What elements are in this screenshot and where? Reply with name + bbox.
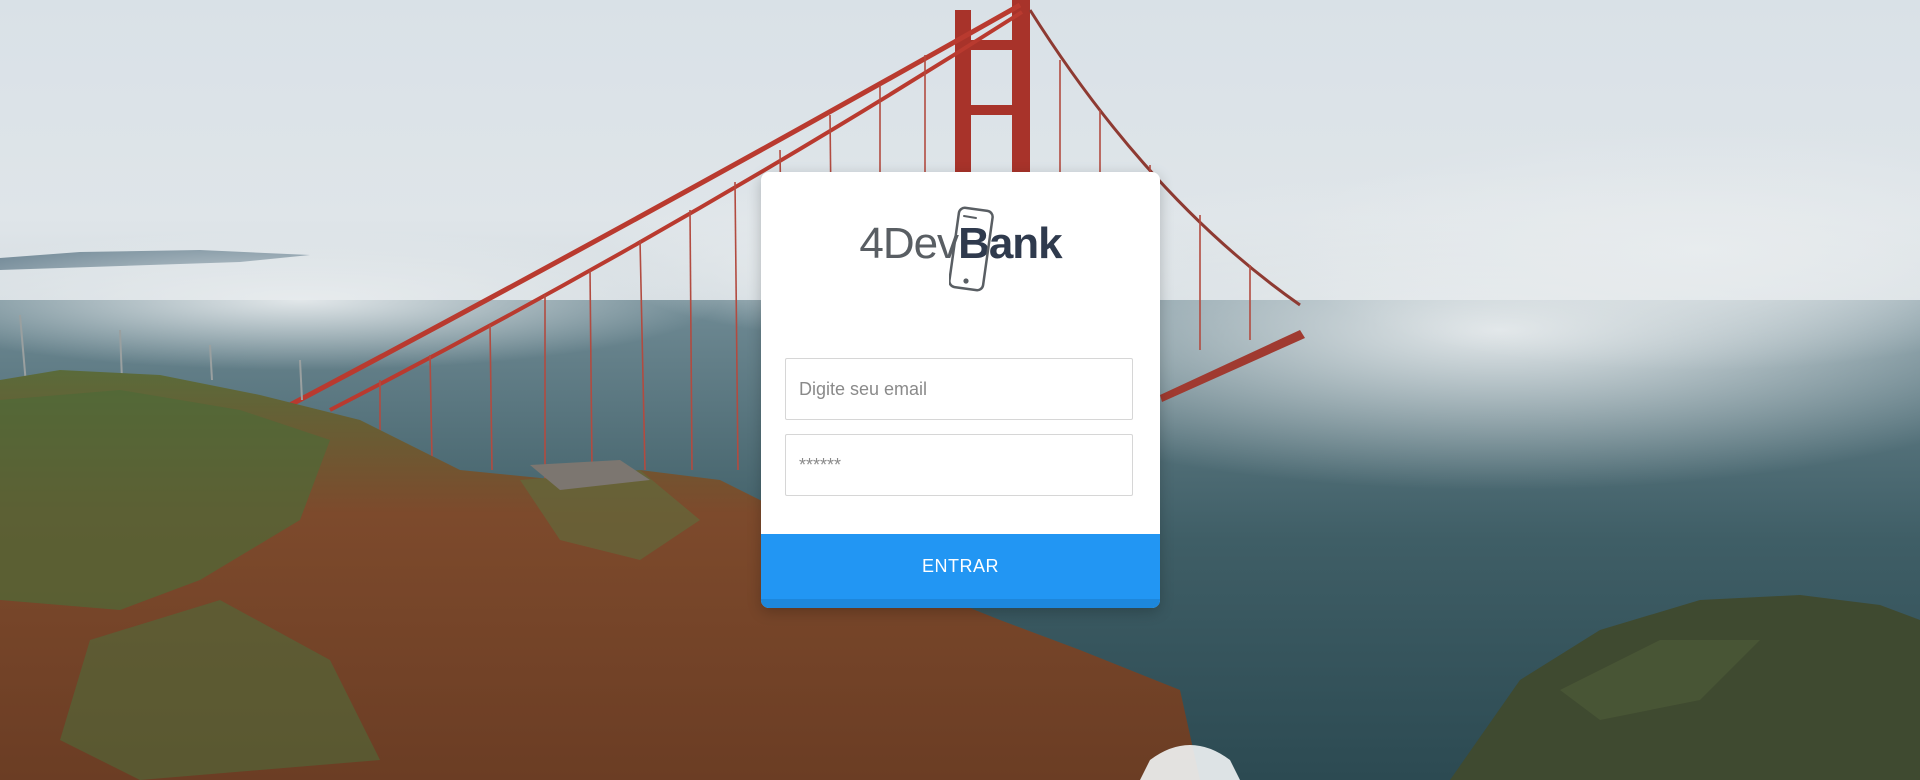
brand-logo: 4Dev Bank [761, 194, 1160, 294]
login-card: 4Dev Bank ENTRAR [761, 172, 1160, 608]
email-field[interactable] [785, 358, 1133, 420]
password-field[interactable] [785, 434, 1133, 496]
smartphone-icon [949, 206, 995, 292]
logo-text-light: 4Dev [859, 219, 959, 268]
logo-wordmark: 4Dev Bank [859, 206, 1063, 292]
login-button[interactable]: ENTRAR [761, 534, 1160, 608]
login-page: 4Dev Bank ENTRAR [0, 0, 1920, 780]
